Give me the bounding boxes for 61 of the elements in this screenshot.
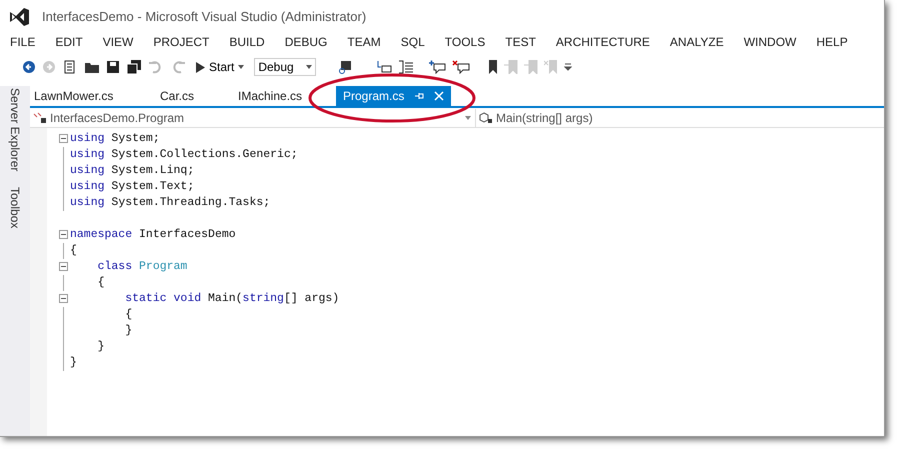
add-comment-icon[interactable] (428, 60, 446, 74)
collapse-icon[interactable] (59, 230, 68, 239)
save-icon[interactable] (106, 60, 120, 74)
type-dropdown[interactable]: InterfacesDemo.Program (30, 108, 465, 126)
menu-item[interactable]: SQL (400, 33, 425, 51)
back-icon[interactable] (22, 60, 36, 74)
code-line: { (124, 307, 132, 324)
class-icon (33, 112, 47, 124)
menu-item[interactable]: BUILD (229, 33, 265, 51)
bookmark-icon[interactable] (488, 60, 498, 74)
pin-icon[interactable] (414, 91, 424, 101)
collapse-icon[interactable] (59, 294, 68, 303)
code-line: using System; (70, 131, 160, 148)
code-line: } (124, 323, 132, 340)
side-tab[interactable]: Toolbox (6, 187, 24, 229)
code-line: static void Main(string[] args) (124, 291, 340, 308)
code-line: } (96, 339, 105, 356)
menu-item[interactable]: FILE (10, 33, 36, 51)
caret-icon (306, 65, 312, 69)
document-tab[interactable]: IMachine.cs (234, 86, 336, 106)
menu-item[interactable]: ARCHITECTURE (556, 33, 650, 51)
side-tab[interactable]: Server Explorer (6, 88, 24, 172)
save-all-icon[interactable] (126, 59, 142, 75)
list-icon[interactable] (398, 60, 414, 74)
code-line: using System.Collections.Generic; (70, 147, 298, 164)
menu-item[interactable]: ANALYZE (670, 33, 724, 51)
code-line: using System.Threading.Tasks; (70, 195, 270, 212)
code-line: } (70, 355, 77, 372)
caret-icon (238, 65, 244, 69)
indent-icon[interactable] (376, 60, 392, 74)
document-tab[interactable]: Program.cs (336, 86, 452, 106)
close-icon[interactable] (434, 91, 444, 101)
document-tab[interactable]: LawnMower.cs (30, 86, 156, 106)
code-line: { (70, 243, 77, 260)
member-dropdown[interactable]: Main(string[] args) (475, 108, 593, 126)
code-line: using System.Linq; (70, 163, 194, 180)
menu-item[interactable]: VIEW (102, 33, 134, 51)
menu-item[interactable]: HELP (816, 33, 848, 51)
menu-item[interactable]: WINDOW (744, 33, 796, 51)
code-line: { (96, 275, 105, 292)
menu-item[interactable]: PROJECT (153, 33, 210, 51)
menu-item[interactable]: TOOLS (444, 33, 486, 51)
start-button[interactable]: Start (192, 58, 248, 76)
code-line: class Program (96, 259, 188, 276)
code-line: using System.Text; (70, 179, 194, 196)
play-icon (196, 62, 205, 72)
collapse-icon[interactable] (59, 134, 68, 143)
code-line: namespace InterfacesDemo (70, 227, 236, 244)
caret-icon (465, 116, 471, 120)
configuration-dropdown[interactable]: Debug (254, 58, 316, 76)
menu-item[interactable]: DEBUG (284, 33, 328, 51)
remove-comment-icon[interactable] (452, 60, 470, 74)
menu-item[interactable]: EDIT (55, 33, 83, 51)
method-icon (479, 112, 493, 124)
overflow-icon[interactable] (564, 63, 572, 71)
logo-icon (8, 6, 30, 28)
document-tab[interactable]: Car.cs (156, 86, 234, 106)
window-title: InterfacesDemo - Microsoft Visual Studio (Administrator) (42, 8, 366, 26)
menu-item[interactable]: TEST (505, 33, 536, 51)
menu-item[interactable]: TEAM (347, 33, 381, 51)
collapse-icon[interactable] (59, 262, 68, 271)
